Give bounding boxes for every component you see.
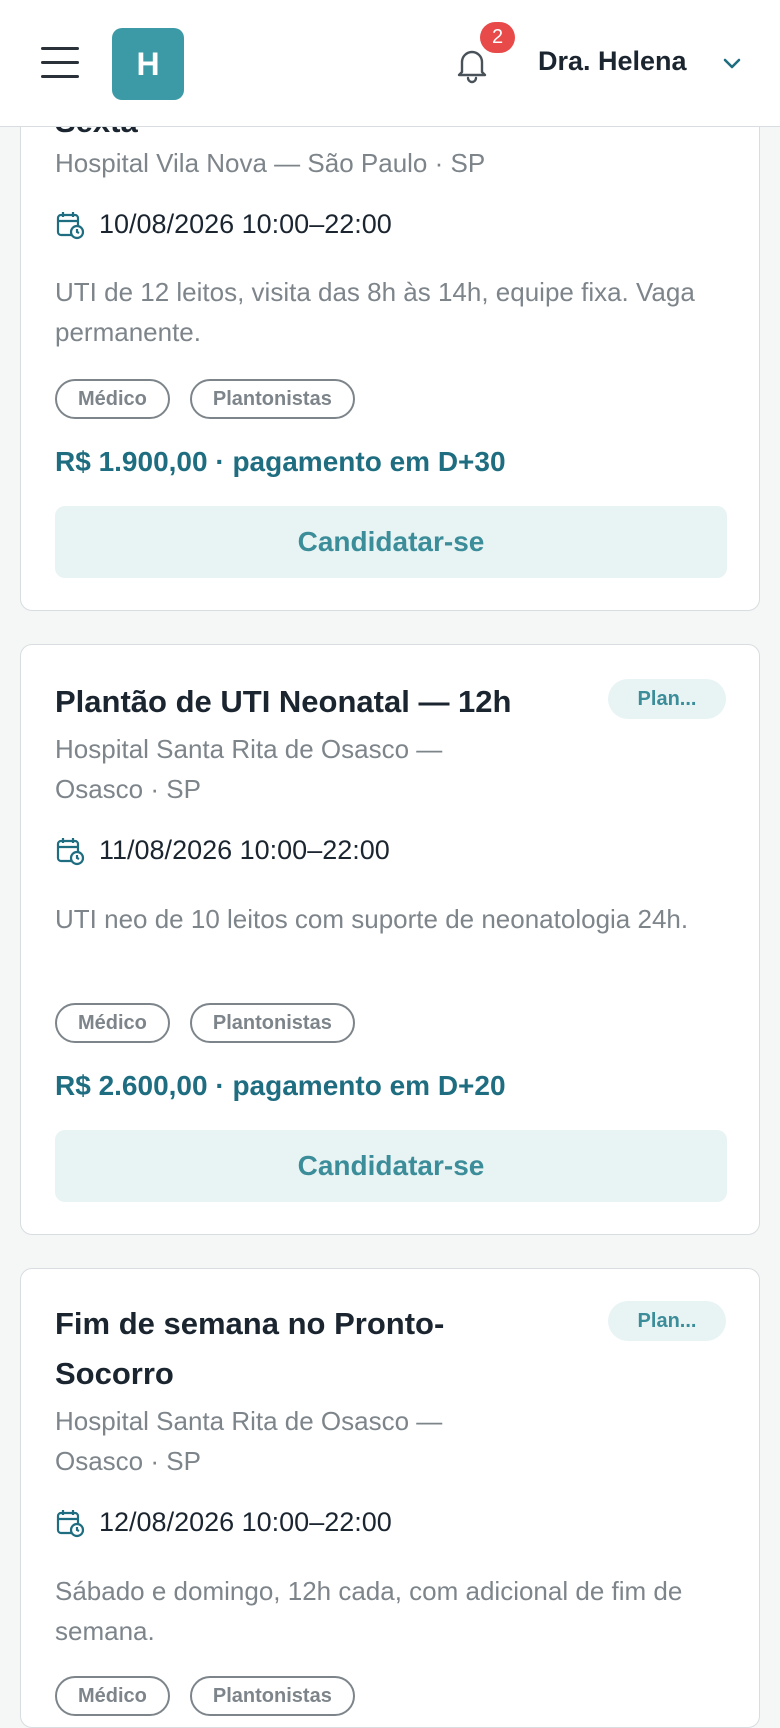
card-price: R$ 1.900,00 · pagamento em D+30 <box>55 446 506 477</box>
plan-tag: Plan... <box>608 1301 726 1341</box>
chip-category: Plantonistas <box>189 1676 355 1716</box>
card-date: 12/08/2026 10:00–22:00 <box>99 1507 392 1537</box>
card-chips: Médico Plantonistas <box>55 1003 375 1043</box>
card-hospital: Hospital Santa Rita de Osasco — Osasco ·… <box>55 1406 443 1476</box>
calendar-clock-icon <box>56 1509 85 1537</box>
card-title: Fim de semana no Pronto-Socorro <box>55 1306 445 1391</box>
apply-button[interactable]: Candidatar-se <box>55 1130 727 1202</box>
apply-button[interactable]: Candidatar-se <box>55 506 727 578</box>
chip-role: Médico <box>55 1676 170 1716</box>
hamburger-menu-icon[interactable] <box>41 47 79 79</box>
notification-badge: 2 <box>480 22 515 53</box>
chevron-down-icon[interactable] <box>720 51 744 75</box>
shift-card: Sexta Hospital Vila Nova — São Paulo · S… <box>20 60 760 611</box>
card-hospital: Hospital Santa Rita de Osasco — Osasco ·… <box>55 734 443 804</box>
card-hospital: Hospital Vila Nova — São Paulo · SP <box>55 148 486 178</box>
card-date-row: 12/08/2026 10:00–22:00 <box>55 1507 392 1538</box>
app-logo[interactable]: H <box>112 28 184 100</box>
card-chips: Médico Plantonistas <box>55 1676 375 1716</box>
user-menu-name[interactable]: Dra. Helena <box>538 46 687 77</box>
top-bar: H 2 Dra. Helena <box>0 0 780 127</box>
chip-category: Plantonistas <box>189 379 355 419</box>
calendar-clock-icon <box>56 837 85 865</box>
card-date-row: 11/08/2026 10:00–22:00 <box>55 835 390 866</box>
chip-role: Médico <box>55 1003 170 1043</box>
card-description: UTI neo de 10 leitos com suporte de neon… <box>55 904 689 934</box>
shift-card: Plantão de UTI Neonatal — 12h Plan... Ho… <box>20 644 760 1235</box>
chip-category: Plantonistas <box>189 1003 355 1043</box>
shift-card: Fim de semana no Pronto-Socorro Plan... … <box>20 1268 760 1728</box>
card-date: 10/08/2026 10:00–22:00 <box>99 209 392 239</box>
card-description: UTI de 12 leitos, visita das 8h às 14h, … <box>55 277 695 347</box>
plan-tag: Plan... <box>608 679 726 719</box>
card-date: 11/08/2026 10:00–22:00 <box>99 835 390 865</box>
chip-role: Médico <box>55 379 170 419</box>
card-date-row: 10/08/2026 10:00–22:00 <box>55 209 392 240</box>
card-price: R$ 2.600,00 · pagamento em D+20 <box>55 1070 506 1101</box>
card-chips: Médico Plantonistas <box>55 379 375 419</box>
card-description: Sábado e domingo, 12h cada, com adiciona… <box>55 1576 683 1646</box>
card-title: Plantão de UTI Neonatal — 12h <box>55 684 512 719</box>
calendar-clock-icon <box>56 211 85 239</box>
